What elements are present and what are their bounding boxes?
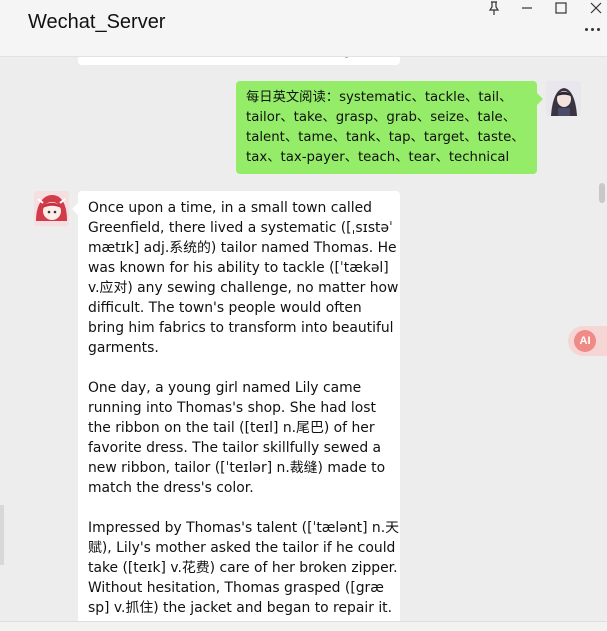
left-edge-handle bbox=[0, 505, 4, 565]
bot-message-line: 赋), Lily's mother asked the tailor if he… bbox=[88, 540, 396, 556]
close-icon[interactable] bbox=[588, 0, 604, 16]
previous-message-bubble bbox=[78, 57, 400, 65]
bot-message-line: garments. bbox=[88, 340, 159, 356]
bot-message-line: was known for his ability to tackle ([ˈt… bbox=[88, 260, 389, 276]
bot-message-line: Without hesitation, Thomas grasped ([græ bbox=[88, 580, 384, 596]
bot-message-line: v.应对) any sewing challenge, no matter ho… bbox=[88, 280, 399, 296]
bot-avatar[interactable] bbox=[34, 191, 69, 226]
more-icon[interactable] bbox=[583, 24, 603, 34]
bot-message-line: mætɪk] adj.系统的) tailor named Thomas. He bbox=[88, 240, 397, 256]
user-message-line: tax、tax-payer、teach、tear、technical bbox=[246, 150, 510, 165]
window-title: Wechat_Server bbox=[28, 11, 166, 33]
user-avatar[interactable] bbox=[546, 81, 581, 116]
chat-area: 每日英文阅读：systematic、tackle、tail、 tailor、ta… bbox=[0, 57, 607, 631]
bot-message-line: bring him fabrics to transform into beau… bbox=[88, 320, 394, 336]
bot-message-bubble[interactable]: Once upon a time, in a small town called… bbox=[72, 191, 400, 631]
maximize-icon[interactable] bbox=[553, 0, 569, 16]
title-bar: Wechat_Server bbox=[0, 0, 607, 57]
user-message-line: talent、tame、tank、tap、target、taste、 bbox=[246, 130, 525, 145]
bot-message-line: Once upon a time, in a small town called bbox=[88, 200, 372, 216]
chat-scrollbar[interactable] bbox=[599, 183, 605, 203]
ai-assistant-icon: AI bbox=[574, 330, 596, 352]
bot-message-line: new ribbon, tailor ([ˈteɪlər] n.裁缝) made… bbox=[88, 460, 386, 476]
bot-message-line: One day, a young girl named Lily came bbox=[88, 380, 362, 396]
ai-assistant-button[interactable]: AI bbox=[568, 326, 607, 356]
minimize-icon[interactable] bbox=[519, 0, 535, 16]
input-area-edge bbox=[0, 621, 607, 631]
bot-message-line: match the dress's color. bbox=[88, 480, 254, 496]
bot-message-line: the ribbon on the tail ([teɪl] n.尾巴) of … bbox=[88, 420, 375, 436]
bot-avatar-image bbox=[34, 191, 69, 226]
user-message-line: 每日英文阅读：systematic、tackle、tail、 bbox=[246, 90, 513, 105]
bot-message-line: Greenfield, there lived a systematic ([ˌ… bbox=[88, 220, 393, 236]
bot-message-line: Impressed by Thomas's talent ([ˈtælənt] … bbox=[88, 520, 400, 536]
pin-icon[interactable] bbox=[486, 0, 502, 16]
user-message-line: tailor、take、grasp、grab、seize、tale、 bbox=[246, 110, 517, 125]
bot-message-line: sp] v.抓住) the jacket and began to repair… bbox=[88, 600, 393, 616]
user-message-bubble[interactable]: 每日英文阅读：systematic、tackle、tail、 tailor、ta… bbox=[236, 81, 543, 174]
bot-message-line: take ([teɪk] v.花费) care of her broken zi… bbox=[88, 560, 398, 576]
bot-message-line: running into Thomas's shop. She had lost bbox=[88, 400, 376, 416]
bot-message-line: favorite dress. The tailor skillfully se… bbox=[88, 440, 382, 456]
user-avatar-image bbox=[546, 81, 581, 116]
bot-message-line: difficult. The town's people would often bbox=[88, 300, 362, 316]
